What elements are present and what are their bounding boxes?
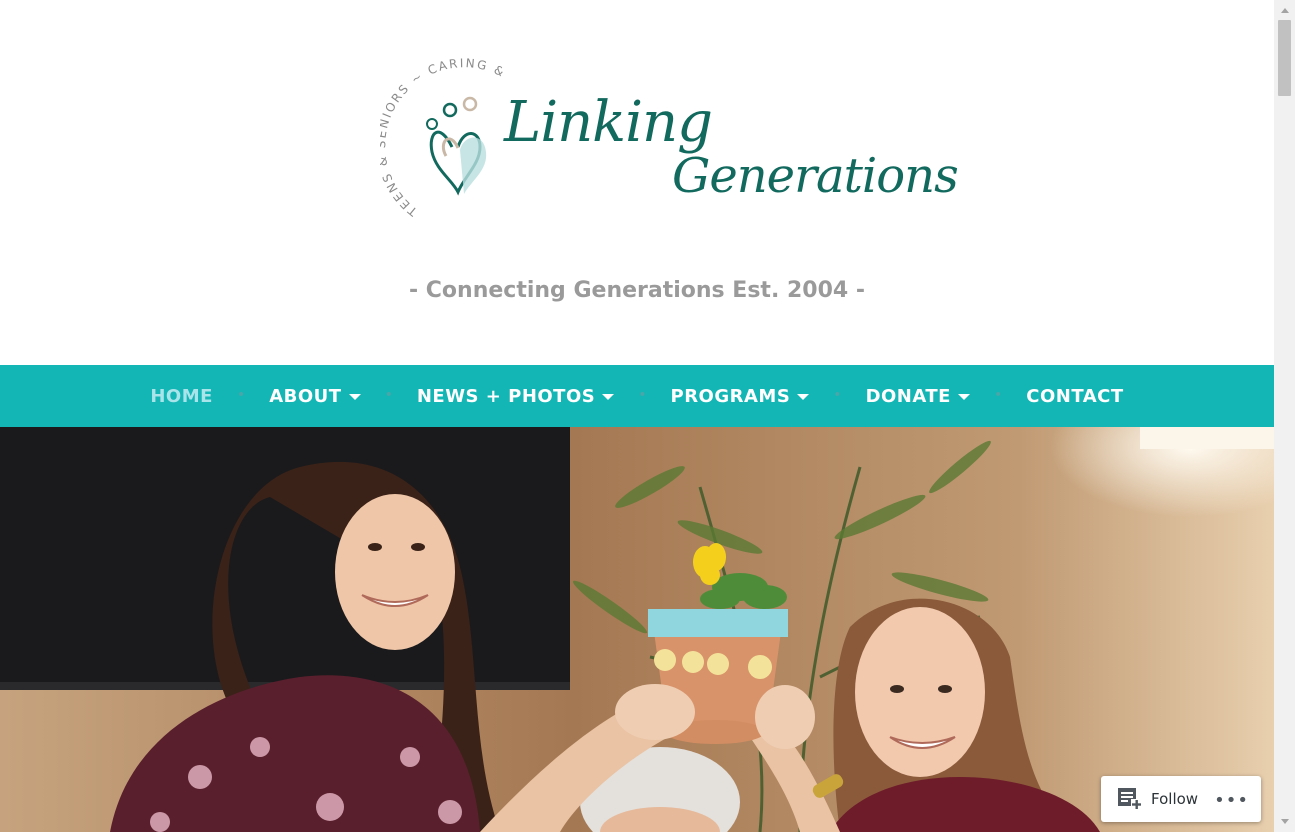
nav-item-donate[interactable]: DONATE (866, 386, 970, 407)
caret-down-icon (602, 394, 615, 400)
more-options-icon[interactable]: ••• (1214, 790, 1249, 811)
nav-separator: • (384, 387, 393, 403)
nav-separator: • (833, 387, 842, 403)
logo-wordmark-generations: Generations (672, 148, 959, 204)
nav-item-label: CONTACT (1026, 385, 1124, 407)
page: TEENS & SENIORS ~ CARING & SHARING Linki… (0, 0, 1295, 832)
caret-down-icon (957, 394, 970, 400)
nav-item-contact[interactable]: CONTACT (1026, 386, 1123, 407)
follow-label: Follow (1151, 790, 1199, 808)
nav-separator: • (236, 387, 246, 403)
page-content: TEENS & SENIORS ~ CARING & SHARING Linki… (0, 0, 1274, 832)
nav-item-label: ABOUT (269, 385, 342, 407)
vertical-scrollbar[interactable] (1274, 0, 1295, 832)
nav-item-label: HOME (150, 385, 213, 407)
site-tagline: - Connecting Generations Est. 2004 - (409, 278, 865, 303)
nav-item-news-photos[interactable]: NEWS + PHOTOS (416, 385, 615, 407)
scroll-down-arrow-icon[interactable] (1274, 813, 1295, 830)
follow-widget: Follow ••• (1101, 776, 1261, 822)
nav-separator: • (638, 387, 647, 403)
nav-item-label: PROGRAMS (670, 385, 791, 407)
site-logo[interactable]: TEENS & SENIORS ~ CARING & SHARING Linki… (380, 52, 959, 252)
nav-item-label: DONATE (865, 385, 951, 407)
scrollbar-thumb[interactable] (1278, 20, 1291, 96)
nav-item-about[interactable]: ABOUT (269, 385, 361, 407)
nav-item-home[interactable]: HOME (150, 386, 213, 407)
nav-separator: • (993, 387, 1003, 403)
logo-ring-text: TEENS & SENIORS ~ CARING & SHARING (380, 52, 514, 219)
logo-emblem-icon: TEENS & SENIORS ~ CARING & SHARING (380, 52, 514, 219)
hero-image (0, 427, 1274, 832)
follow-button[interactable]: Follow (1101, 776, 1198, 822)
nav-item-label: NEWS + PHOTOS (416, 385, 596, 407)
logo-wordmark-linking: Linking (504, 90, 713, 155)
hero-photo-illustration (0, 427, 1274, 832)
caret-down-icon (348, 394, 361, 400)
nav-item-programs[interactable]: PROGRAMS (671, 386, 810, 407)
follow-reader-icon (1118, 788, 1142, 810)
main-navigation: HOME • ABOUT • NEWS + PHOTOS • PROGRAMS … (0, 365, 1274, 427)
caret-down-icon (797, 394, 810, 400)
scroll-up-arrow-icon[interactable] (1274, 2, 1295, 19)
